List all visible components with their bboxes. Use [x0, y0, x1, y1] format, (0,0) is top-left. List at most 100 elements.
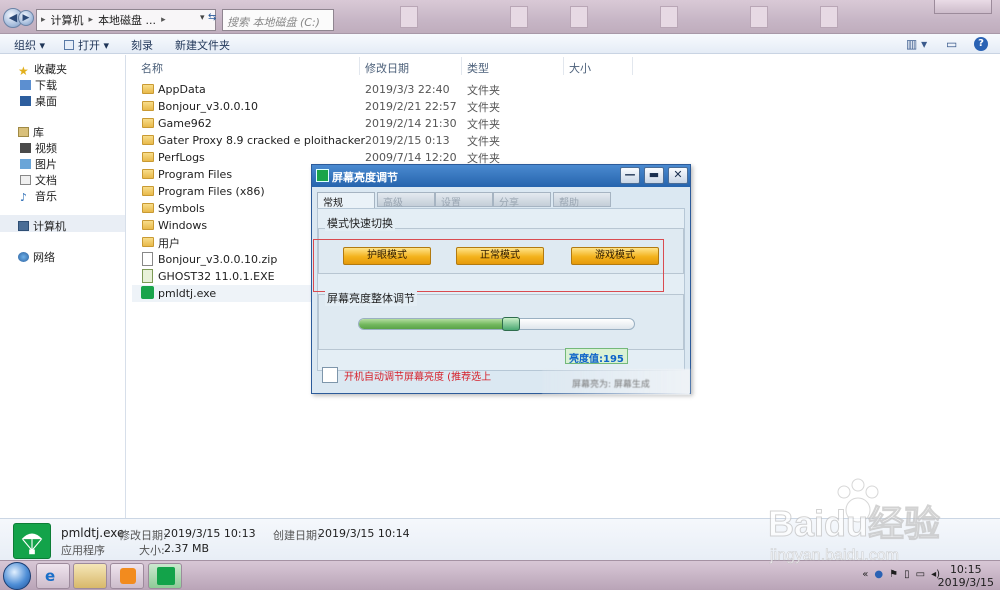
- table-row[interactable]: GHOST32 11.0.1.EXE: [132, 268, 312, 285]
- column-header-name[interactable]: 名称: [141, 60, 163, 76]
- nav-downloads-label: 下载: [35, 79, 57, 92]
- autostart-option[interactable]: 开机自动调节屏幕亮度 (推荐选上: [322, 367, 491, 383]
- tray-device-icon[interactable]: ▯: [904, 569, 910, 580]
- column-divider[interactable]: [461, 57, 462, 75]
- nav-libraries[interactable]: 库: [18, 124, 44, 140]
- details-created-value: 2019/3/15 10:14: [318, 527, 410, 540]
- nav-pictures[interactable]: 图片: [20, 156, 57, 172]
- nav-desktop-label: 桌面: [35, 95, 57, 108]
- video-icon: [20, 143, 31, 153]
- brightness-slider[interactable]: [358, 317, 635, 331]
- view-options-icon[interactable]: ▥ ▾: [906, 37, 927, 51]
- background-desktop-icons: [340, 0, 1000, 34]
- column-divider[interactable]: [359, 57, 360, 75]
- table-row[interactable]: Bonjour_v3.0.0.10 2019/2/21 22:57 文件夹: [132, 98, 500, 115]
- network-icon: [18, 252, 29, 262]
- nav-computer[interactable]: 计算机: [18, 218, 66, 234]
- search-input[interactable]: 搜索 本地磁盘 (C:): [222, 9, 334, 31]
- table-row[interactable]: PerfLogs 2009/7/14 12:20 文件夹: [132, 149, 500, 166]
- table-row[interactable]: Program Files (x86): [132, 183, 312, 200]
- ie-taskbar-icon[interactable]: e: [36, 563, 70, 589]
- nav-music-label: 音乐: [35, 190, 57, 203]
- nav-libraries-label: 库: [33, 126, 44, 139]
- open-button[interactable]: 打开 ▾: [64, 37, 109, 53]
- file-type: 文件夹: [467, 83, 500, 97]
- breadcrumb-local-disk[interactable]: 本地磁盘 ...: [98, 12, 156, 28]
- details-modified-label: 修改日期:: [119, 529, 167, 542]
- table-row[interactable]: AppData 2019/3/3 22:40 文件夹: [132, 81, 500, 98]
- game-mode-button[interactable]: 游戏模式: [571, 247, 659, 265]
- table-row[interactable]: Windows: [132, 217, 312, 234]
- nav-favorites[interactable]: ★ 收藏夹: [18, 61, 67, 78]
- table-row[interactable]: Program Files: [132, 166, 312, 183]
- file-type: 文件夹: [467, 117, 500, 131]
- file-name: Program Files (x86): [158, 185, 265, 198]
- tab-settings[interactable]: 设置: [435, 192, 493, 209]
- explorer-taskbar-icon[interactable]: [73, 563, 107, 589]
- breadcrumb-computer[interactable]: 计算机: [51, 12, 84, 28]
- address-dropdown-icon[interactable]: ▾: [200, 13, 205, 23]
- nav-downloads[interactable]: 下载: [20, 77, 57, 93]
- tab-advanced[interactable]: 高级: [377, 192, 435, 209]
- preview-pane-icon[interactable]: ▭: [946, 37, 957, 51]
- table-row-selected[interactable]: pmldtj.exe: [132, 285, 314, 302]
- dialog-titlebar[interactable]: 屏幕亮度调节 — ▬ ✕: [312, 165, 690, 187]
- tab-share[interactable]: 分享: [493, 192, 551, 209]
- table-row[interactable]: Game962 2019/2/14 21:30 文件夹: [132, 115, 500, 132]
- ie-icon: e: [45, 567, 56, 585]
- pmldtj-taskbar-icon[interactable]: [148, 563, 182, 589]
- eye-care-mode-button[interactable]: 护眼模式: [343, 247, 431, 265]
- tray-help-icon[interactable]: ●: [874, 569, 883, 580]
- refresh-icon[interactable]: ⇆: [208, 12, 216, 23]
- column-header-size[interactable]: 大小: [569, 60, 591, 76]
- restore-button[interactable]: ▬: [644, 167, 664, 184]
- forward-button[interactable]: ▶: [18, 10, 34, 26]
- normal-mode-button[interactable]: 正常模式: [456, 247, 544, 265]
- burn-button[interactable]: 刻录: [131, 37, 153, 53]
- new-folder-button[interactable]: 新建文件夹: [175, 37, 230, 53]
- details-modified-value: 2019/3/15 10:13: [164, 527, 256, 540]
- start-button[interactable]: [3, 562, 31, 590]
- autostart-checkbox[interactable]: [322, 367, 338, 383]
- tray-flag-icon[interactable]: ⚑: [889, 569, 898, 580]
- file-date: 2019/3/3 22:40: [365, 83, 450, 96]
- minimize-button[interactable]: —: [620, 167, 640, 184]
- folder-icon: [142, 135, 154, 145]
- file-date: 2019/2/14 21:30: [365, 117, 457, 130]
- tab-help[interactable]: 帮助: [553, 192, 611, 209]
- file-name: Bonjour_v3.0.0.10.zip: [158, 253, 278, 266]
- ghost-exe-icon: [142, 269, 153, 283]
- brightness-slider-thumb[interactable]: [502, 317, 520, 331]
- organize-button[interactable]: 组织 ▾: [14, 37, 45, 53]
- library-icon: [18, 127, 29, 137]
- media-player-taskbar-icon[interactable]: [110, 563, 144, 589]
- column-divider[interactable]: [632, 57, 633, 75]
- address-field[interactable]: ▸ 计算机 ▸ 本地磁盘 ... ▸: [36, 9, 216, 31]
- table-row[interactable]: 用户: [132, 234, 312, 251]
- nav-desktop[interactable]: 桌面: [20, 93, 57, 109]
- file-name: pmldtj.exe: [158, 287, 217, 300]
- file-name: GHOST32 11.0.1.EXE: [158, 270, 275, 283]
- help-icon[interactable]: ?: [974, 37, 988, 51]
- folder-icon: [142, 220, 154, 230]
- tray-battery-icon[interactable]: ▭: [916, 569, 925, 580]
- table-row[interactable]: Gater Proxy 8.9 cracked e ploithacker 20…: [132, 132, 500, 149]
- window-caption-buttons[interactable]: [934, 0, 992, 14]
- nav-computer-label: 计算机: [33, 220, 66, 233]
- nav-music[interactable]: ♪ 音乐: [20, 188, 57, 204]
- close-button[interactable]: ✕: [668, 167, 688, 184]
- column-header-type[interactable]: 类型: [467, 60, 489, 76]
- brightness-dialog: 屏幕亮度调节 — ▬ ✕ 常规 高级 设置 分享 帮助 模式快速切换 护眼模式 …: [311, 164, 691, 395]
- table-row[interactable]: Bonjour_v3.0.0.10.zip: [132, 251, 312, 268]
- folder-icon: [142, 186, 154, 196]
- table-row[interactable]: Symbols: [132, 200, 312, 217]
- column-header-date[interactable]: 修改日期: [365, 60, 409, 76]
- nav-documents[interactable]: 文档: [20, 172, 57, 188]
- nav-videos-label: 视频: [35, 142, 57, 155]
- tab-general[interactable]: 常规: [317, 192, 375, 209]
- nav-network[interactable]: 网络: [18, 249, 55, 265]
- details-size-value: 2.37 MB: [164, 542, 210, 555]
- column-divider[interactable]: [563, 57, 564, 75]
- nav-videos[interactable]: 视频: [20, 140, 57, 156]
- tray-expand-icon[interactable]: «: [862, 569, 868, 580]
